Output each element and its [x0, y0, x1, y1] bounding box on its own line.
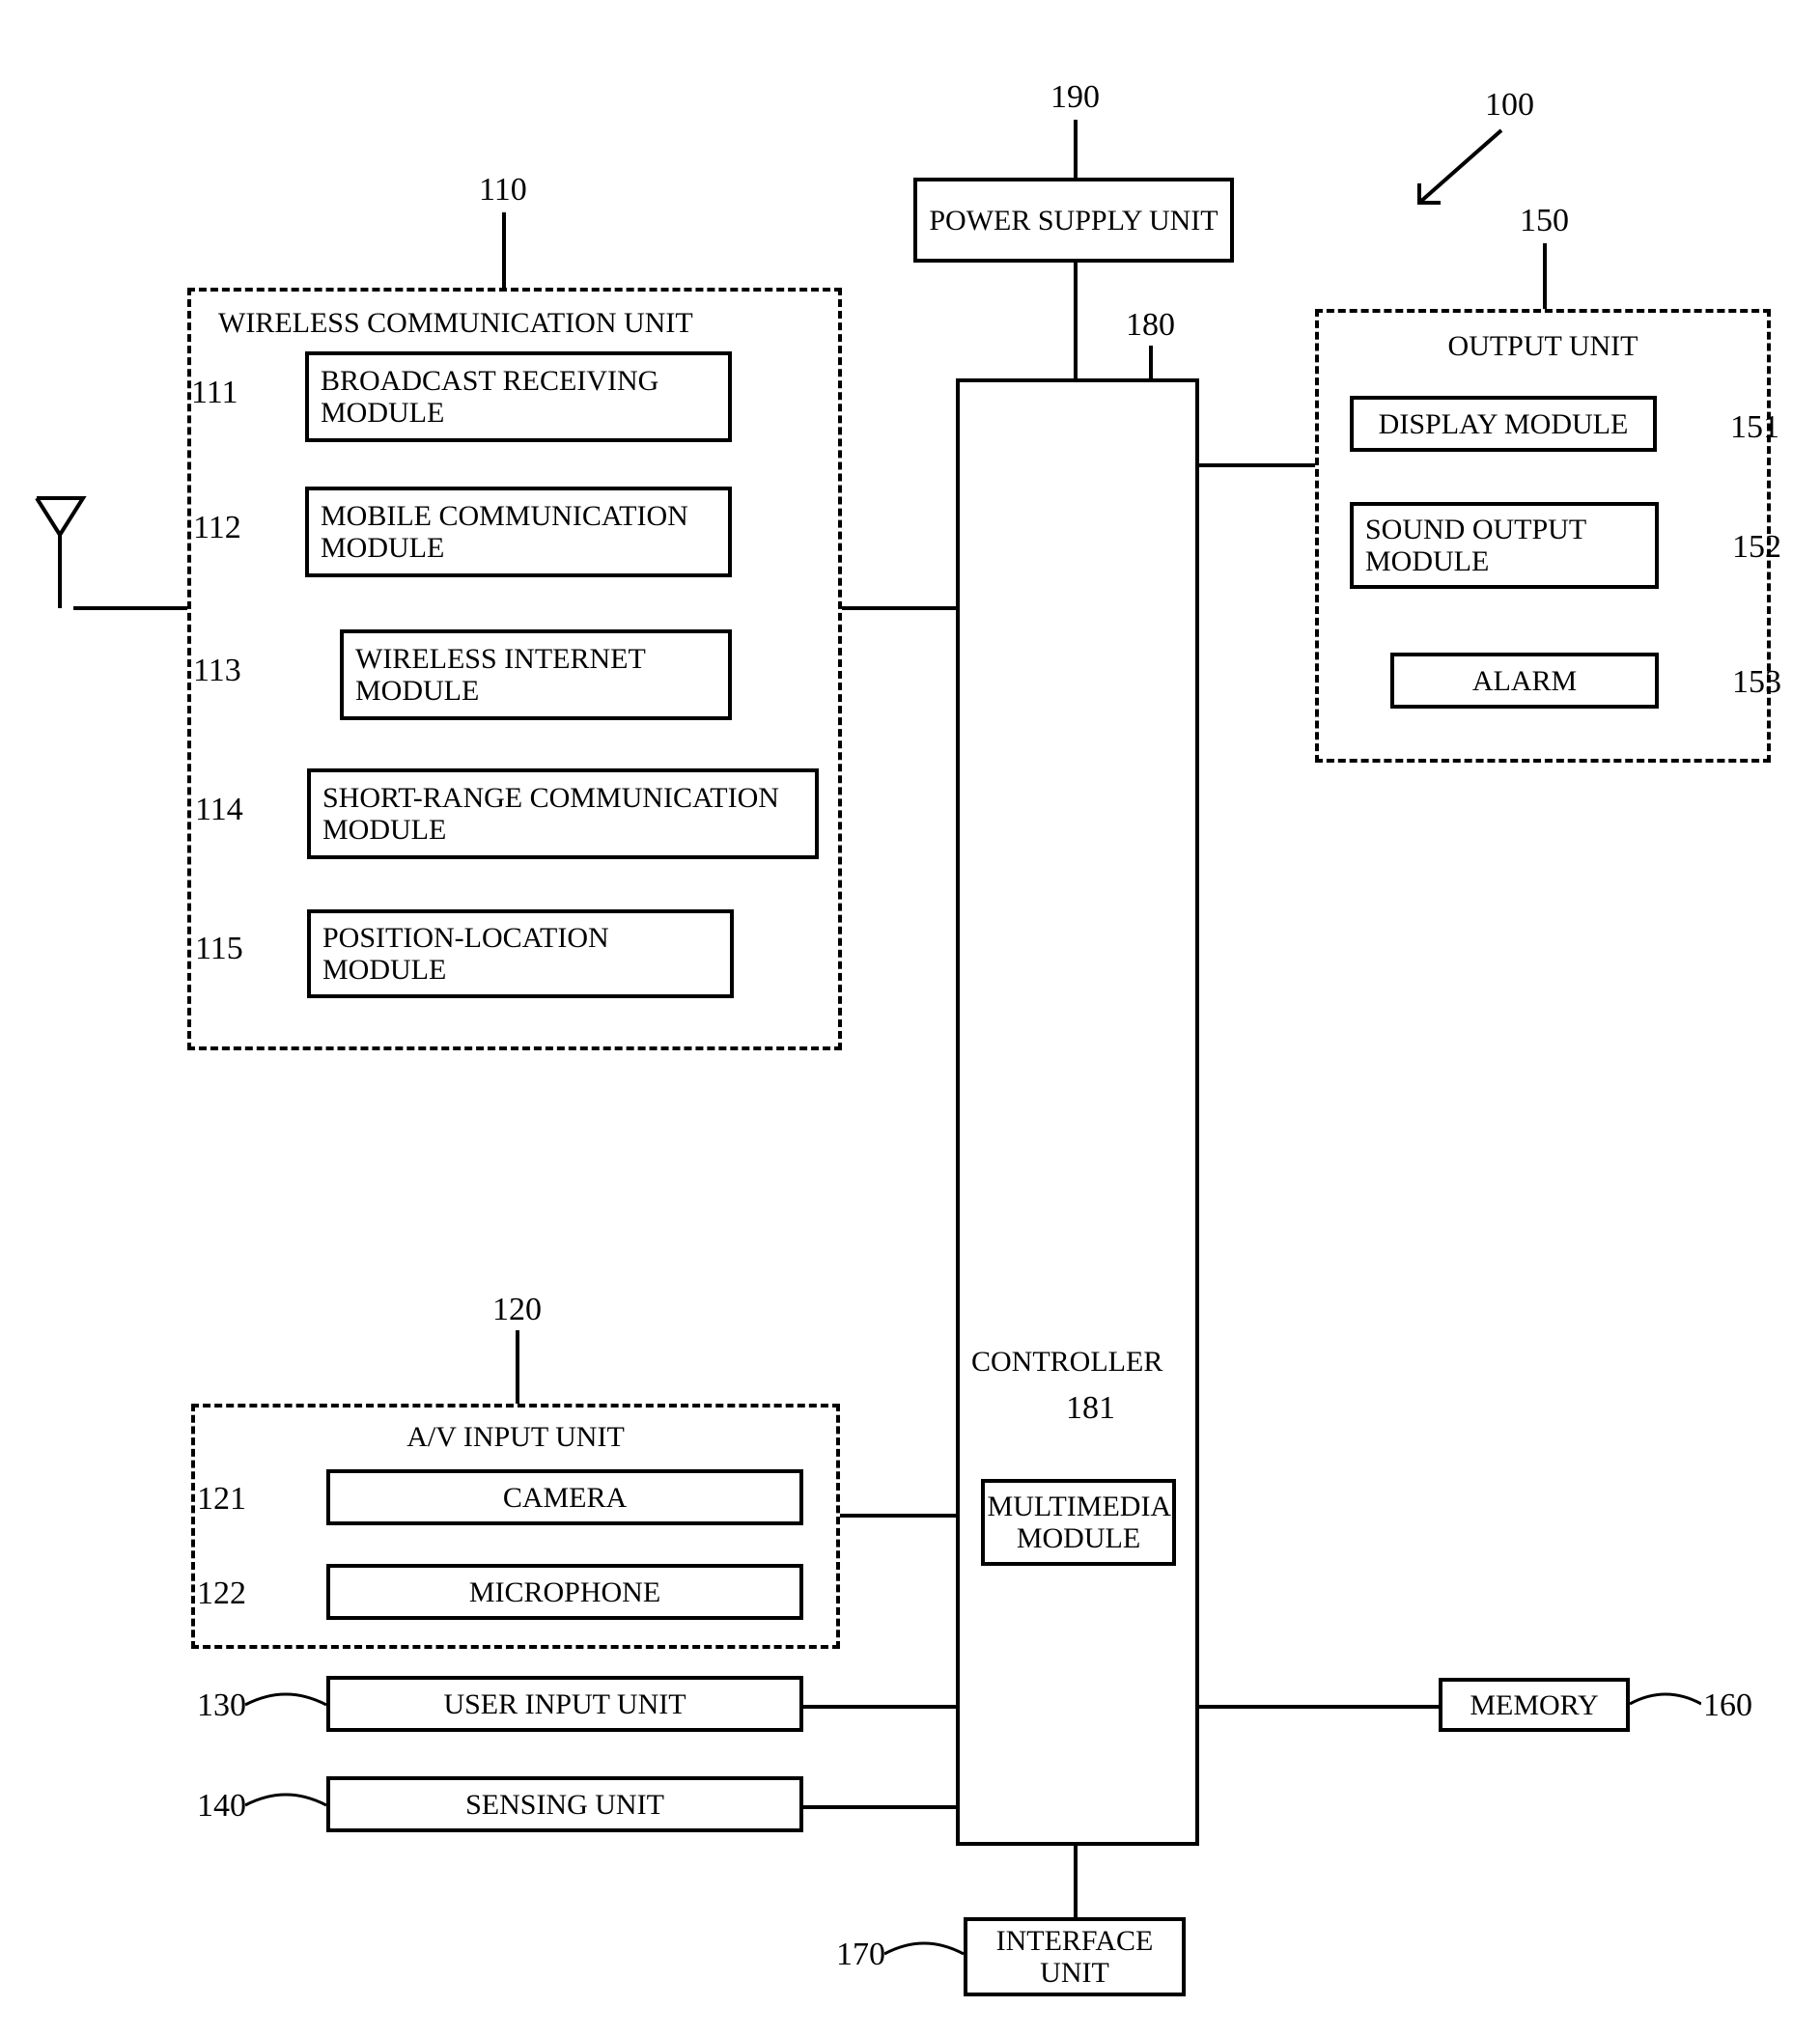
memory-block: MEMORY: [1439, 1678, 1630, 1732]
connector-line: [1198, 463, 1316, 467]
ref-121: 121: [197, 1481, 246, 1518]
ref-153: 153: [1732, 664, 1781, 701]
leader-170: [884, 1940, 964, 1967]
interface-unit-block: INTERFACE UNIT: [964, 1917, 1186, 1996]
microphone-block: MICROPHONE: [326, 1564, 803, 1620]
ref-190: 190: [1050, 79, 1100, 116]
av-input-unit-title: A/V INPUT UNIT: [195, 1421, 836, 1454]
position-location-module-label: POSITION-LOCATION MODULE: [322, 922, 718, 986]
sound-output-module-block: SOUND OUTPUT MODULE: [1350, 502, 1659, 589]
leader-140: [245, 1792, 326, 1819]
ref-180: 180: [1126, 307, 1175, 344]
arrow-100-icon: [1400, 125, 1506, 222]
multimedia-module-label: MULTIMEDIA MODULE: [988, 1491, 1170, 1554]
leader-160: [1630, 1691, 1701, 1716]
wireless-internet-module-label: WIRELESS INTERNET MODULE: [355, 643, 716, 707]
ref-150: 150: [1520, 203, 1569, 239]
display-module-label: DISPLAY MODULE: [1379, 408, 1629, 440]
ref-151: 151: [1730, 409, 1779, 446]
leader-line: [1074, 120, 1078, 178]
controller-label: CONTROLLER: [971, 1346, 1162, 1378]
connector-line: [73, 606, 187, 610]
ref-111: 111: [191, 375, 238, 411]
power-supply-unit-block: POWER SUPPLY UNIT: [913, 178, 1234, 263]
sound-output-module-label: SOUND OUTPUT MODULE: [1365, 514, 1643, 577]
mobile-communication-module-block: MOBILE COMMUNICATION MODULE: [305, 487, 732, 577]
leader-line: [516, 1330, 519, 1404]
output-unit-title: OUTPUT UNIT: [1319, 330, 1767, 363]
user-input-unit-label: USER INPUT UNIT: [443, 1688, 686, 1720]
mobile-communication-module-label: MOBILE COMMUNICATION MODULE: [321, 500, 716, 564]
ref-112: 112: [193, 510, 241, 546]
leader-line: [1543, 243, 1547, 309]
broadcast-receiving-module-label: BROADCAST RECEIVING MODULE: [321, 365, 716, 429]
ref-100: 100: [1485, 87, 1534, 124]
camera-block: CAMERA: [326, 1469, 803, 1525]
power-supply-unit-label: POWER SUPPLY UNIT: [929, 205, 1218, 237]
ref-120: 120: [492, 1292, 542, 1328]
memory-label: MEMORY: [1470, 1689, 1598, 1721]
short-range-communication-module-label: SHORT-RANGE COMMUNICATION MODULE: [322, 782, 803, 846]
ref-140: 140: [197, 1788, 246, 1825]
ref-130: 130: [197, 1687, 246, 1724]
alarm-block: ALARM: [1390, 653, 1659, 709]
connector-line: [1198, 1705, 1440, 1709]
connector-line: [801, 1805, 958, 1809]
ref-110: 110: [479, 172, 527, 209]
user-input-unit-block: USER INPUT UNIT: [326, 1676, 803, 1732]
ref-115: 115: [195, 931, 243, 967]
antenna-icon: [31, 492, 89, 608]
ref-113: 113: [193, 653, 241, 689]
ref-170: 170: [836, 1937, 885, 1973]
camera-label: CAMERA: [503, 1482, 627, 1514]
multimedia-module-block: MULTIMEDIA MODULE: [981, 1479, 1176, 1566]
connector-line: [840, 1514, 958, 1518]
wireless-internet-module-block: WIRELESS INTERNET MODULE: [340, 629, 732, 720]
controller-block: CONTROLLER: [956, 378, 1199, 1846]
display-module-block: DISPLAY MODULE: [1350, 396, 1657, 452]
ref-114: 114: [195, 792, 243, 828]
wireless-communication-unit-title: WIRELESS COMMUNICATION UNIT: [218, 307, 807, 340]
ref-122: 122: [197, 1575, 246, 1612]
connector-line: [801, 1705, 958, 1709]
sensing-unit-block: SENSING UNIT: [326, 1776, 803, 1832]
connector-line: [1074, 263, 1078, 380]
microphone-label: MICROPHONE: [469, 1576, 660, 1608]
connector-line: [1074, 1844, 1078, 1919]
connector-line: [840, 606, 958, 610]
leader-line: [502, 212, 506, 288]
broadcast-receiving-module-block: BROADCAST RECEIVING MODULE: [305, 351, 732, 442]
interface-unit-label: INTERFACE UNIT: [979, 1925, 1170, 1989]
sensing-unit-label: SENSING UNIT: [465, 1789, 664, 1821]
ref-160: 160: [1703, 1687, 1752, 1724]
leader-130: [245, 1691, 326, 1718]
short-range-communication-module-block: SHORT-RANGE COMMUNICATION MODULE: [307, 768, 819, 859]
leader-line: [1149, 346, 1153, 378]
position-location-module-block: POSITION-LOCATION MODULE: [307, 909, 734, 998]
alarm-label: ALARM: [1472, 665, 1577, 697]
ref-152: 152: [1732, 529, 1781, 566]
ref-181: 181: [1066, 1390, 1115, 1427]
